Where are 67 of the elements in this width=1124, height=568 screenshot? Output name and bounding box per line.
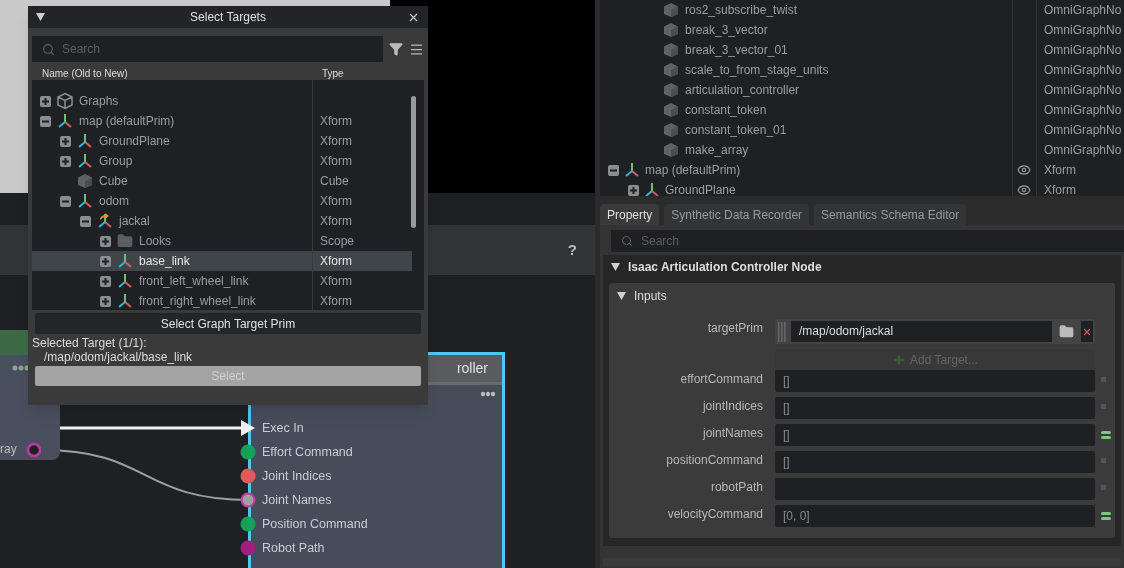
prim-name: base_link xyxy=(139,253,190,270)
selected-target-path: /map/odom/jackal/base_link xyxy=(43,350,194,364)
pin-label: Robot Path xyxy=(262,539,325,557)
prim-name: odom xyxy=(99,193,130,210)
prim-type: OmniGraphNo xyxy=(1043,102,1122,119)
prim-type: OmniGraphNo xyxy=(1043,42,1122,59)
prim-name: jackal xyxy=(119,213,150,230)
field-value: [] xyxy=(783,373,790,390)
prim-name: ros2_subscribe_twist xyxy=(685,2,798,19)
dialog-title: Select Targets xyxy=(189,9,267,26)
pin-label: Effort Command xyxy=(262,443,353,461)
prim-type: Xform xyxy=(1043,182,1076,196)
prim-type: Xform xyxy=(319,133,352,150)
prim-type: Xform xyxy=(319,253,352,270)
field-label: positionCommand xyxy=(665,452,764,469)
section-title: Isaac Articulation Controller Node xyxy=(628,259,822,276)
field-value: [0, 0] xyxy=(783,508,810,525)
prim-name: front_right_wheel_link xyxy=(139,293,256,310)
prim-name: Group xyxy=(99,153,133,170)
prim-name: GroundPlane xyxy=(99,133,170,150)
field-label: effortCommand xyxy=(679,371,764,388)
prim-name: constant_token_01 xyxy=(685,122,787,139)
pin-label: Position Command xyxy=(262,515,368,533)
prim-name: Graphs xyxy=(79,93,119,110)
target-path: /map/odom/jackal xyxy=(791,321,1052,342)
field-label: jointIndices xyxy=(701,398,764,415)
prim-name: map (defaultPrim) xyxy=(645,162,741,179)
field-label: robotPath xyxy=(709,479,764,496)
group-title: Inputs xyxy=(634,288,667,305)
field-value: [] xyxy=(783,427,790,444)
port-label: ray xyxy=(0,441,17,458)
field-value: [] xyxy=(783,454,790,471)
prim-type: Scope xyxy=(319,233,355,250)
prim-name: map (defaultPrim) xyxy=(79,113,175,130)
prim-name: Cube xyxy=(99,173,128,190)
prim-name: make_array xyxy=(685,142,749,159)
prim-name: GroundPlane xyxy=(665,182,736,196)
selected-target-label: Selected Target (1/1): xyxy=(31,336,148,350)
prim-type: Xform xyxy=(319,193,352,210)
prim-type: Xform xyxy=(319,153,352,170)
prim-name: break_3_vector xyxy=(685,22,768,39)
prim-type: Cube xyxy=(319,173,349,190)
prim-type: OmniGraphNo xyxy=(1043,62,1122,79)
prim-type: OmniGraphNo xyxy=(1043,22,1122,39)
prim-type: Xform xyxy=(319,293,352,310)
prim-name: break_3_vector_01 xyxy=(685,42,788,59)
field-label: jointNames xyxy=(701,425,764,442)
prim-type: Xform xyxy=(319,273,352,290)
prim-name: articulation_controller xyxy=(685,82,800,99)
field-value: [] xyxy=(783,400,790,417)
field-label: velocityCommand xyxy=(666,506,764,523)
prim-name: constant_token xyxy=(685,102,767,119)
prim-type: OmniGraphNo xyxy=(1043,82,1122,99)
prim-type: OmniGraphNo xyxy=(1043,122,1122,139)
pin-label: Exec In xyxy=(262,419,304,437)
pin-label: Joint Indices xyxy=(262,467,332,485)
prim-type: Xform xyxy=(319,213,352,230)
prim-type: Xform xyxy=(1043,162,1076,179)
prim-type: OmniGraphNo xyxy=(1043,2,1122,19)
prim-type: OmniGraphNo xyxy=(1043,142,1122,159)
prim-name: Looks xyxy=(139,233,172,250)
node-title: roller xyxy=(456,359,488,378)
prim-type: Xform xyxy=(319,113,352,130)
field-label: targetPrim xyxy=(706,320,764,337)
prim-name: front_left_wheel_link xyxy=(139,273,249,290)
prim-name: scale_to_from_stage_units xyxy=(685,62,829,79)
pin-label: Joint Names xyxy=(262,491,332,509)
